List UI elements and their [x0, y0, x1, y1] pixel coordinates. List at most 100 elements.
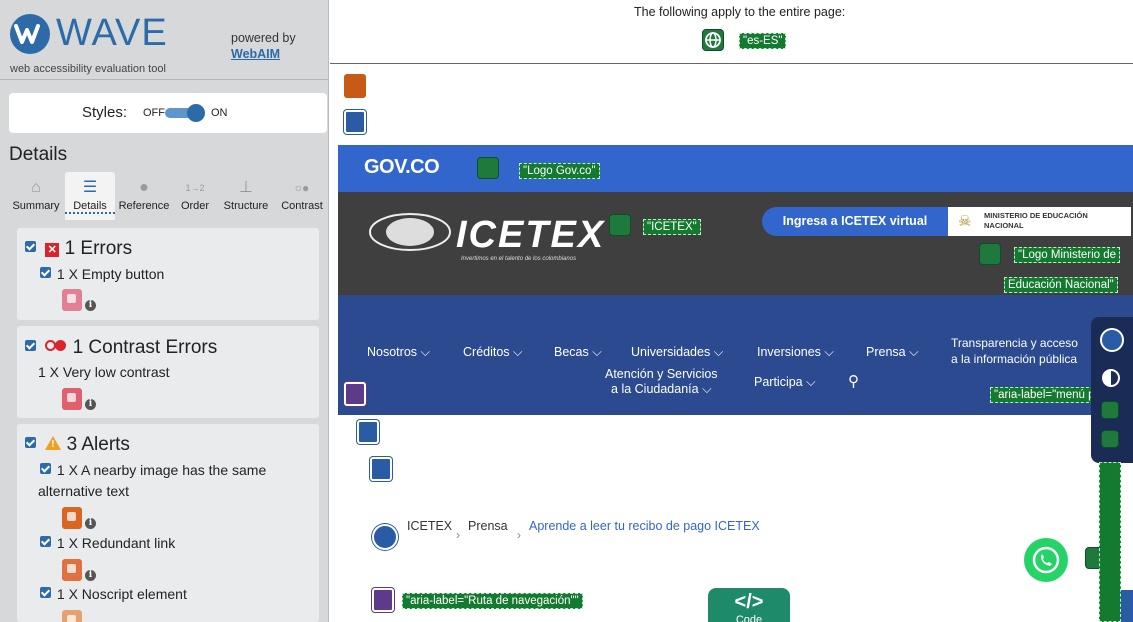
aria-label-icon[interactable] — [372, 588, 394, 612]
alert-item-redundant-link[interactable]: 1 X Redundant link — [40, 535, 175, 551]
details-heading: Details — [9, 144, 68, 165]
tab-label: Reference — [118, 200, 170, 212]
nav-label: Créditos — [463, 345, 510, 359]
tab-label: Summary — [12, 200, 60, 212]
info-icon[interactable]: i — [85, 300, 96, 311]
breadcrumb-prensa[interactable]: Prensa — [468, 519, 508, 533]
structure-icon[interactable] — [370, 457, 392, 481]
code-label: Code — [735, 614, 763, 622]
item-checkbox[interactable] — [40, 463, 51, 474]
tab-label: Details — [65, 200, 115, 214]
errors-heading[interactable]: ✕ 1 Errors — [25, 238, 132, 260]
order-icon: 1→2 — [185, 183, 205, 193]
info-icon[interactable]: i — [85, 518, 96, 529]
nav-inversiones[interactable]: Inversiones ⌵ — [757, 345, 834, 360]
language-globe-icon[interactable] — [702, 29, 724, 51]
breadcrumb-separator: › — [517, 528, 521, 542]
info-icon[interactable]: i — [85, 399, 96, 410]
aria-label-icon[interactable] — [344, 382, 366, 406]
alerts-heading[interactable]: ! 3 Alerts — [25, 434, 130, 456]
info-icon[interactable]: i — [85, 570, 96, 581]
info-icon: ● — [139, 179, 149, 196]
breadcrumb-separator: › — [456, 528, 460, 542]
item-label: 1 X Noscript element — [56, 586, 187, 602]
alt-text-icon[interactable] — [477, 157, 499, 179]
nav-prensa[interactable]: Prensa ⌵ — [866, 345, 919, 360]
styles-toggle[interactable] — [165, 104, 205, 122]
coat-of-arms-icon: ☠ — [958, 213, 972, 230]
error-item-empty-button[interactable]: 1 X Empty button — [40, 266, 164, 282]
contrast-toggle-icon[interactable] — [1102, 369, 1120, 387]
nearby-image-alt-icon[interactable] — [62, 507, 82, 529]
alert-item-noscript[interactable]: 1 X Noscript element — [40, 586, 187, 602]
redundant-link-icon[interactable] — [62, 559, 82, 581]
structure-icon[interactable] — [344, 110, 366, 134]
tab-label: Contrast — [281, 200, 323, 212]
screen: WAVE web accessibility evaluation tool p… — [0, 0, 1133, 622]
item-label: 1 X Redundant link — [56, 535, 176, 551]
structure-icon[interactable] — [357, 420, 379, 444]
breadcrumb-current[interactable]: Aprende a leer tu recibo de pago ICETEX — [529, 519, 760, 533]
item-checkbox[interactable] — [40, 267, 51, 278]
gov-co-logo[interactable]: GOV.CO — [364, 156, 440, 179]
language-tag: "es-ES" — [739, 33, 787, 49]
nav-universidades[interactable]: Universidades ⌵ — [631, 345, 723, 360]
alt-text-icon[interactable] — [1101, 430, 1119, 448]
alt-text-icon[interactable] — [1101, 401, 1119, 419]
gov-alt-tag: "Logo Gov.co" — [519, 163, 600, 179]
tab-reference[interactable]: ● Reference — [116, 172, 172, 220]
ministerio-alt-tag: "Logo Ministerio de — [1014, 247, 1121, 263]
list-structure-icon[interactable] — [1100, 328, 1124, 352]
gov-co-bar: GOV.CO "Logo Gov.co" — [338, 145, 1133, 192]
contrast-panel: 1 Contrast Errors 1 X Very low contrast … — [17, 326, 319, 418]
nav-atencion[interactable]: Atención y Servicios a la Ciudadanía ⌵ — [605, 367, 718, 397]
tab-structure[interactable]: ⊥ Structure — [218, 172, 274, 220]
very-low-contrast-icon[interactable] — [62, 388, 82, 410]
noscript-icon[interactable] — [62, 610, 82, 622]
structure-icon: ⊥ — [239, 179, 253, 196]
stacked-alt-tags — [1099, 462, 1121, 622]
webaim-link[interactable]: WebAIM — [231, 47, 280, 61]
item-checkbox[interactable] — [40, 536, 51, 547]
alt-text-icon[interactable] — [979, 243, 1001, 265]
ministerio-logo[interactable]: ☠ MINISTERIO DE EDUCACIÓN NACIONAL — [948, 207, 1131, 236]
code-panel-toggle[interactable]: </> Code — [708, 588, 790, 622]
list-structure-icon[interactable] — [372, 524, 398, 550]
noscript-alert-icon[interactable] — [344, 74, 366, 98]
item-checkbox[interactable] — [40, 587, 51, 598]
ministerio-alt-tag-cont: Educación Nacional" — [1004, 277, 1118, 293]
nav-label: Nosotros — [367, 345, 418, 359]
alert-item-nearby-image[interactable]: 1 X A nearby image has the same — [40, 462, 266, 478]
icetex-header: ICETEX Invertimos en el talento de los c… — [338, 192, 1133, 295]
nav-transparencia[interactable]: Transparencia y acceso a la información p… — [951, 335, 1078, 367]
errors-checkbox[interactable] — [25, 241, 36, 252]
nav-creditos[interactable]: Créditos ⌵ — [463, 345, 523, 360]
alt-text-icon[interactable] — [609, 214, 631, 236]
ruta-navegacion-tag: "aria-label="Ruta de navegación"" — [402, 593, 583, 609]
nav-becas[interactable]: Becas ⌵ — [554, 345, 602, 360]
nav-participa[interactable]: Participa ⌵ — [754, 375, 816, 390]
icetex-logo[interactable]: ICETEX Invertimos en el talento de los c… — [368, 212, 603, 262]
alert-item-nearby-image-cont: alternative text — [38, 483, 130, 499]
tab-contrast[interactable]: ○● Contrast — [276, 172, 328, 220]
empty-button-icon[interactable] — [62, 289, 82, 311]
search-icon[interactable]: ⚲ — [848, 372, 859, 390]
toggle-knob — [187, 104, 205, 122]
alerts-checkbox[interactable] — [25, 437, 36, 448]
tab-summary[interactable]: ⌂ Summary — [8, 172, 64, 220]
nav-nosotros[interactable]: Nosotros ⌵ — [367, 345, 430, 360]
accessibility-toolbar — [1091, 317, 1133, 463]
ingresa-icetex-virtual-button[interactable]: Ingresa a ICETEX virtual — [762, 207, 948, 236]
tab-details[interactable]: ☰ Details — [65, 172, 115, 220]
contrast-item-very-low[interactable]: 1 X Very low contrast — [38, 364, 170, 380]
powered-by-text: powered by — [231, 31, 296, 45]
whatsapp-icon[interactable] — [1024, 538, 1068, 582]
tab-order[interactable]: 1→2 Order — [174, 172, 216, 220]
nav-label: Atención y Servicios — [605, 367, 718, 381]
alerts-panel: ! 3 Alerts 1 X A nearby image has the sa… — [17, 424, 319, 622]
breadcrumb-home[interactable]: ICETEX — [407, 519, 452, 533]
contrast-heading[interactable]: 1 Contrast Errors — [25, 337, 217, 359]
contrast-checkbox[interactable] — [25, 340, 36, 351]
contrast-icon: ○● — [294, 181, 310, 195]
main-navigation: Nosotros ⌵ Créditos ⌵ Becas ⌵ Universida… — [338, 295, 1133, 415]
